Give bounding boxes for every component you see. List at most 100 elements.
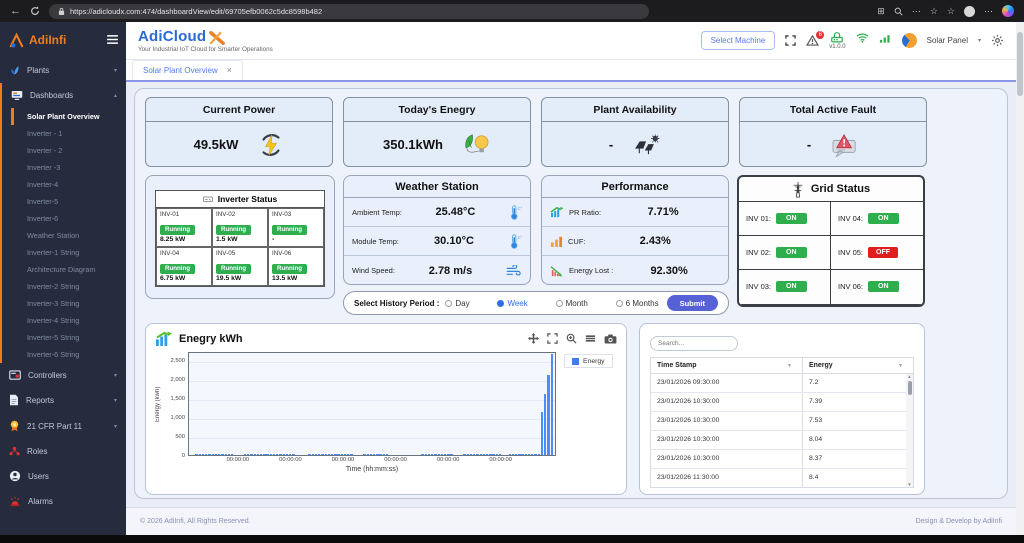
sidebar-item-architecture-diagram[interactable]: Architecture Diagram (2, 261, 126, 278)
sidebar-item-users[interactable]: Users (0, 463, 126, 489)
sidebar-item-alarms[interactable]: Alarms (0, 489, 126, 514)
chevron-down-icon: ▾ (114, 67, 117, 74)
select-machine-button[interactable]: Select Machine (701, 31, 776, 50)
sidebar-item-controllers[interactable]: Controllers ▾ (0, 363, 126, 387)
user-avatar[interactable] (902, 33, 917, 48)
history-option-week[interactable]: Week (497, 299, 527, 308)
sidebar-item-reports[interactable]: Reports ▾ (0, 387, 126, 413)
filter-dropdown-icon[interactable]: ▼ (787, 363, 796, 369)
browser-menu-icon[interactable]: ⋯ (984, 6, 993, 17)
sidebar-item-inverter-4[interactable]: Inverter-4 (2, 176, 126, 193)
zoom-box-tool-icon[interactable] (547, 333, 558, 344)
tab-close-icon[interactable]: × (227, 65, 232, 75)
browser-refresh-icon[interactable] (30, 6, 40, 16)
browser-profile-avatar[interactable] (964, 6, 975, 17)
kpi-plant-availability: Plant Availability - (541, 97, 729, 167)
sidebar-item-21-cfr-part-11[interactable]: 21 CFR Part 11 ▾ (0, 413, 126, 439)
sidebar-item-plants[interactable]: Plants ▾ (0, 58, 126, 83)
browser-zoom-icon[interactable] (894, 7, 903, 16)
wifi-icon[interactable] (856, 33, 869, 43)
inverter-status-title: Inverter Status (218, 194, 278, 204)
radio-day[interactable] (445, 300, 452, 307)
sidebar-item-dashboards[interactable]: Dashboards ▴ (2, 83, 126, 108)
scroll-thumb[interactable] (908, 381, 912, 395)
chart-bar (486, 454, 488, 455)
browser-favorites-icon[interactable]: ☆ (947, 6, 955, 17)
browser-bookmark-icon[interactable]: ☆ (930, 6, 938, 17)
copilot-icon[interactable] (1002, 5, 1014, 17)
chart-bar (218, 454, 220, 455)
sidebar-item-inverter-2[interactable]: Inverter - 2 (2, 142, 126, 159)
chart-bar (247, 454, 249, 455)
browser-extensions-icon[interactable]: ⋯ (912, 6, 921, 17)
sidebar-item-weather-station[interactable]: Weather Station (2, 227, 126, 244)
radio-month[interactable] (556, 300, 563, 307)
kpi-title: Plant Availability (542, 98, 728, 122)
chart-bar (483, 454, 485, 455)
search-input[interactable] (650, 336, 738, 351)
scroll-down-icon[interactable]: ▼ (907, 482, 911, 487)
chart-ytick: 1,500 (170, 396, 185, 402)
device-status-icon[interactable]: v1.0.0 (829, 32, 845, 50)
chart-menu-icon[interactable] (585, 333, 596, 344)
chart-bar (473, 454, 475, 455)
grid-inverter-name: INV 03: (746, 282, 771, 291)
chart-bar (231, 454, 233, 455)
zoom-in-tool-icon[interactable] (566, 333, 577, 344)
sidebar-item-inverter-3-string[interactable]: Inverter-3 String (2, 295, 126, 312)
submit-button[interactable]: Submit (667, 295, 718, 311)
weather-label: Ambient Temp: (352, 208, 402, 217)
sidebar-item-inverter-1-string[interactable]: Inverter-1 String (2, 244, 126, 261)
user-menu-caret-icon[interactable]: ▾ (978, 37, 981, 44)
alerts-icon[interactable]: 6 (806, 35, 819, 46)
column-header-energy[interactable]: Energy ▼ (803, 358, 913, 373)
sidebar-item-inverter-6[interactable]: Inverter-6 (2, 210, 126, 227)
signal-icon[interactable] (879, 33, 892, 43)
sidebar-item-solar-plant-overview[interactable]: Solar Plant Overview (11, 108, 126, 125)
column-label: Energy (809, 362, 833, 369)
browser-apps-icon[interactable]: ⊞ (877, 6, 885, 17)
chart-plot[interactable] (188, 352, 556, 456)
sidebar-item-inverter-2-string[interactable]: Inverter-2 String (2, 278, 126, 295)
history-option-day[interactable]: Day (445, 299, 469, 308)
chart-gridline (189, 362, 555, 363)
radio-6-months[interactable] (616, 300, 623, 307)
browser-scroll-thumb[interactable] (1017, 32, 1023, 96)
menu-toggle-icon[interactable] (107, 31, 118, 49)
grid-inverter-name: INV 05: (838, 248, 863, 257)
history-option-month[interactable]: Month (556, 299, 588, 308)
tab-solar-plant-overview[interactable]: Solar Plant Overview × (132, 60, 243, 80)
sidebar-item-inverter-1[interactable]: Inverter - 1 (2, 125, 126, 142)
brand-x-icon (208, 31, 226, 45)
chart-xtick: 00:00:00 (279, 457, 302, 463)
grid-state-badge: ON (776, 247, 807, 258)
scroll-up-icon[interactable]: ▲ (907, 374, 911, 379)
table-scrollbar[interactable]: ▲ ▼ (906, 374, 913, 487)
user-menu-label[interactable]: Solar Panel (927, 36, 968, 45)
weather-row-ambient: Ambient Temp: 25.48°C C° (344, 198, 530, 227)
history-option-6-months[interactable]: 6 Months (616, 299, 659, 308)
sidebar-item-inverter-6-string[interactable]: Inverter-6 String (2, 346, 126, 363)
fullscreen-icon[interactable] (785, 35, 796, 46)
sidebar-item-inverter-5-string[interactable]: Inverter-5 String (2, 329, 126, 346)
browser-back-icon[interactable]: ← (10, 6, 21, 17)
sidebar-item-inverter-4-string[interactable]: Inverter-4 String (2, 312, 126, 329)
adiinfi-logo-icon (8, 32, 25, 49)
history-option-label: Month (566, 299, 588, 308)
legend-item-energy[interactable]: Energy (564, 354, 613, 368)
sidebar-item-roles[interactable]: Roles (0, 439, 126, 463)
sidebar-item-inverter-3[interactable]: Inverter -3 (2, 159, 126, 176)
leaf-bulb-icon (463, 133, 491, 157)
settings-gear-icon[interactable] (991, 34, 1004, 47)
chart-y-axis-label: Energy (kwh) (155, 352, 164, 456)
radio-week[interactable] (497, 300, 504, 307)
chart-bar (425, 454, 427, 455)
pan-tool-icon[interactable] (528, 333, 539, 344)
sidebar-item-inverter-5[interactable]: Inverter-5 (2, 193, 126, 210)
browser-scrollbar[interactable] (1016, 22, 1024, 535)
filter-dropdown-icon[interactable]: ▼ (898, 363, 907, 369)
camera-snapshot-icon[interactable] (604, 334, 617, 344)
chart-bar (383, 454, 385, 455)
column-header-timestamp[interactable]: Time Stamp ▼ (651, 358, 803, 373)
address-bar[interactable]: https://adicloudx.com:474/dashboardView/… (49, 4, 649, 19)
